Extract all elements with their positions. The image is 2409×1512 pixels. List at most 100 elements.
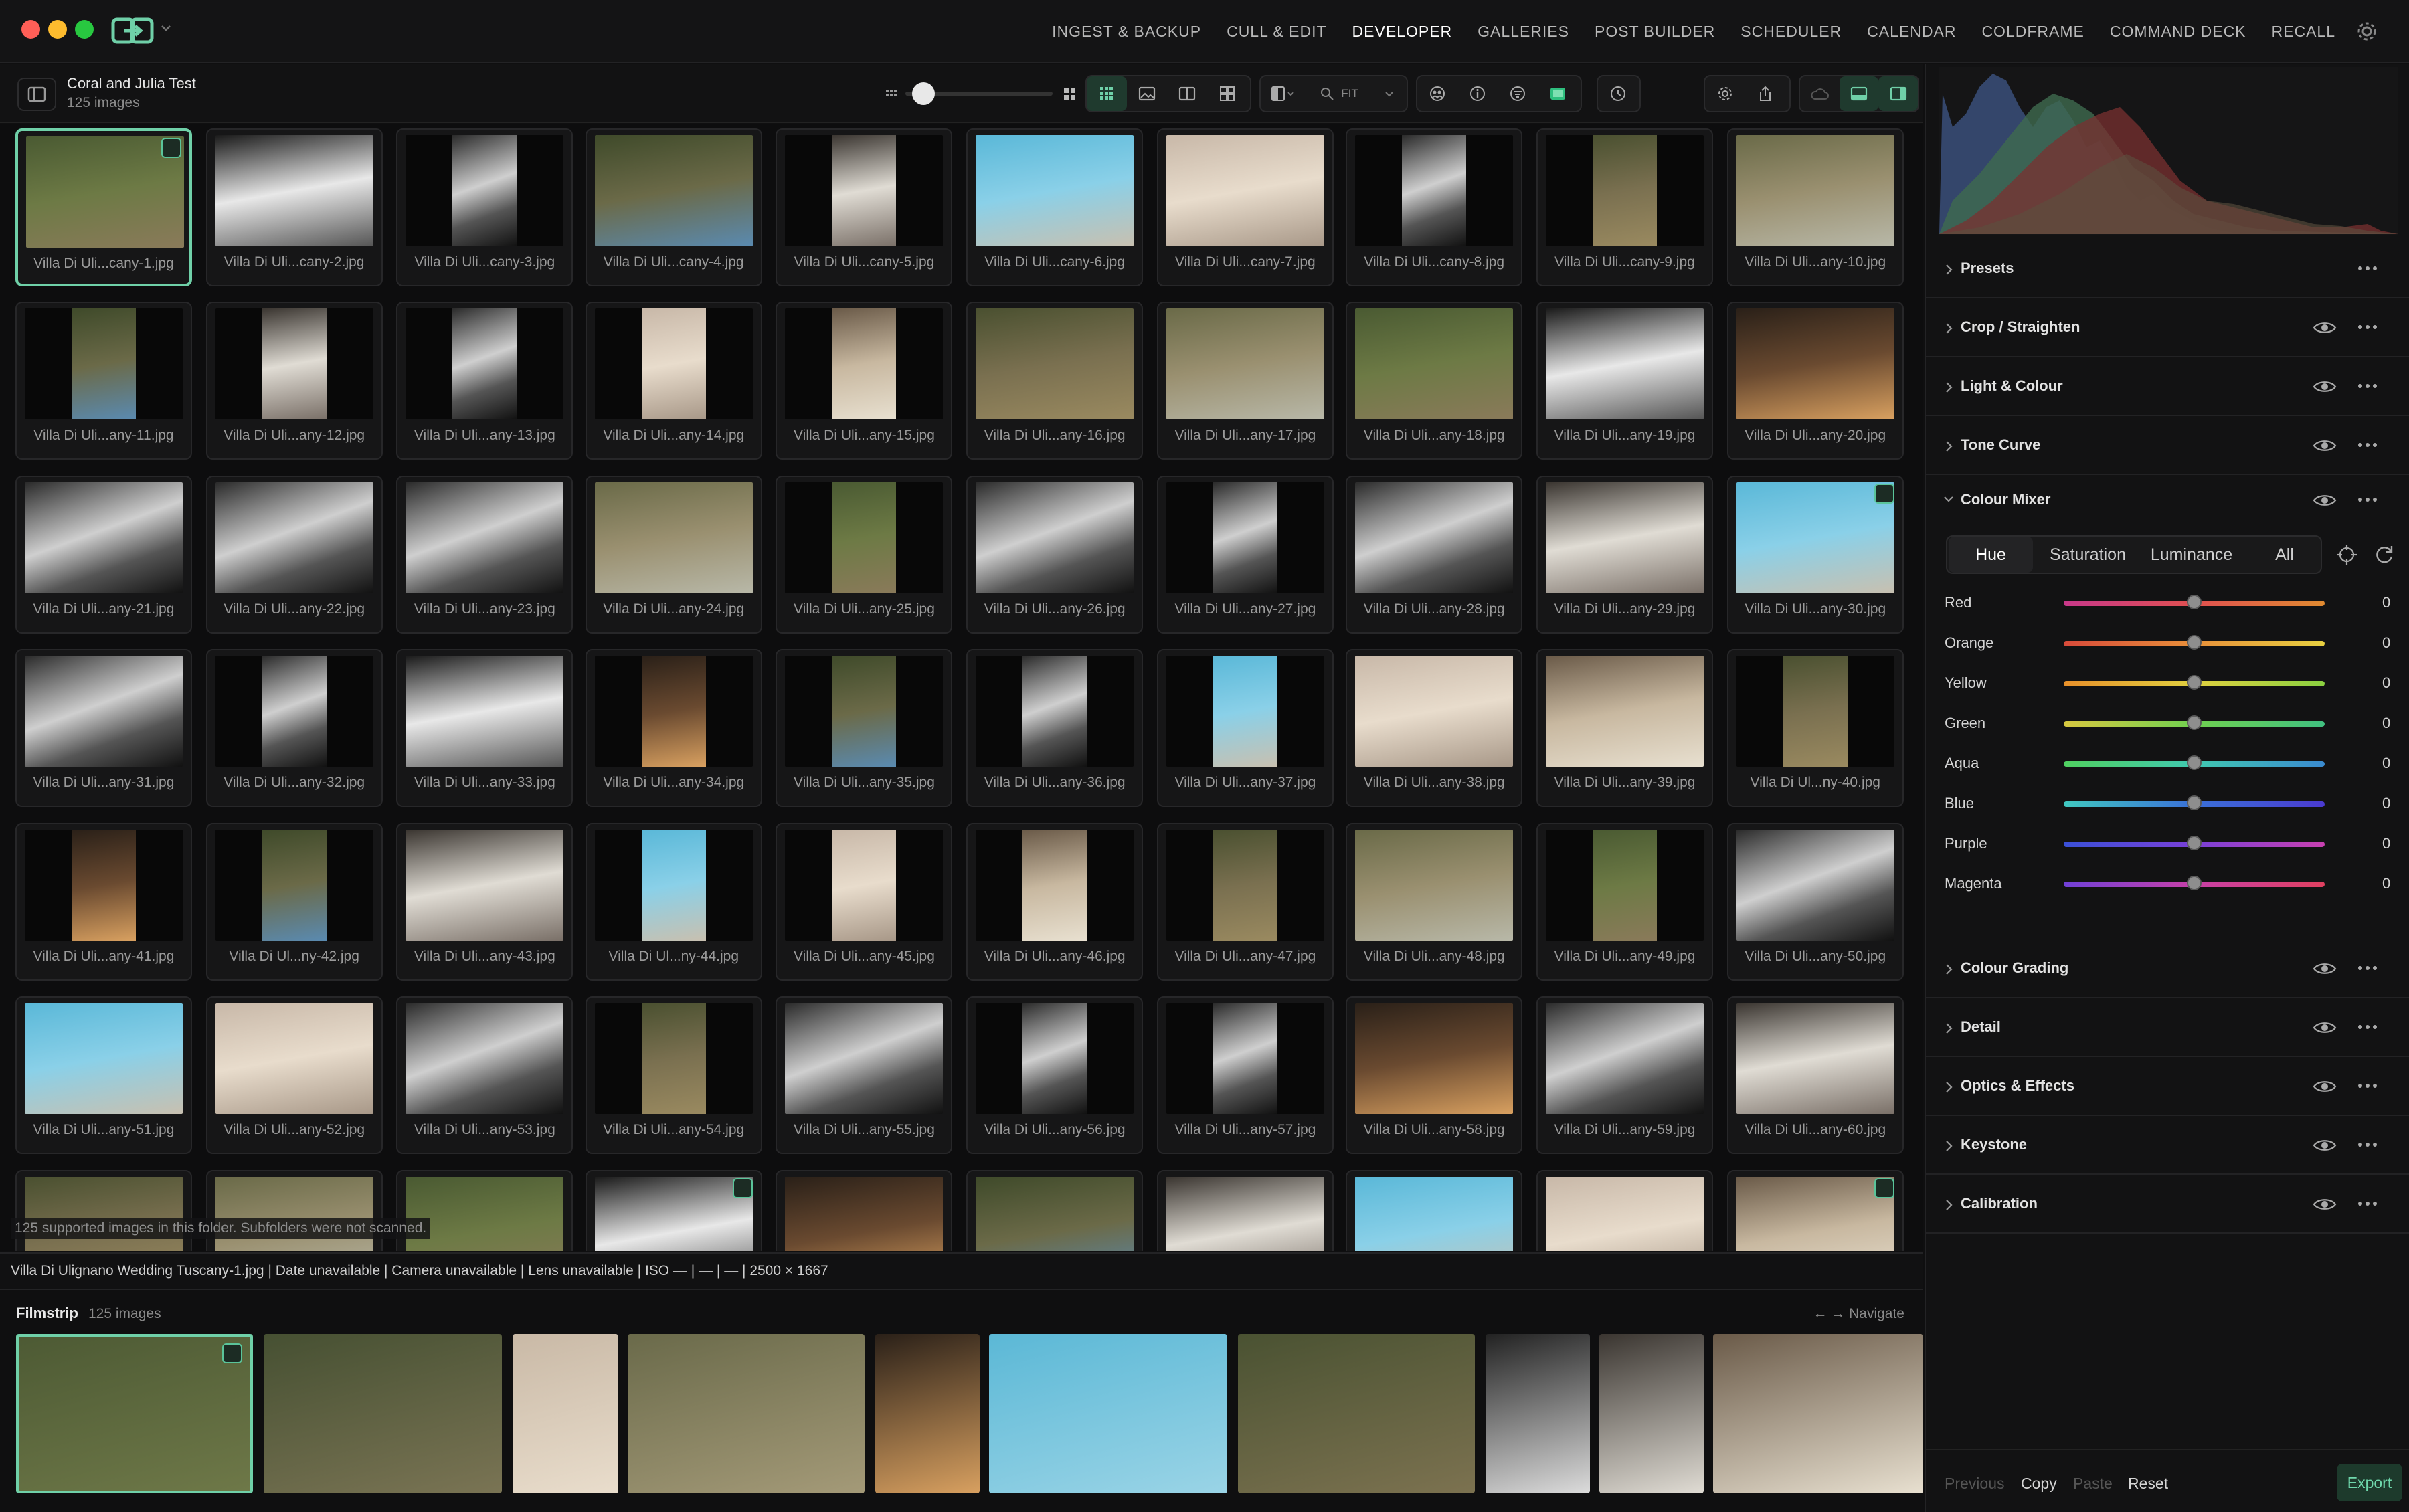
thumbnail[interactable]: Villa Di Uli...cany-5.jpg	[776, 128, 953, 286]
slider-aqua[interactable]: Aqua 0	[1926, 744, 2409, 784]
filmstrip-frame[interactable]	[875, 1334, 980, 1493]
preferences-button[interactable]	[1705, 76, 1745, 111]
thumbnail[interactable]: Villa Di Uli...any-17.jpg	[1156, 302, 1334, 460]
section-presets[interactable]: Presets	[1926, 240, 2409, 298]
nav-tab-post-builder[interactable]: POST BUILDER	[1595, 23, 1715, 41]
thumbnail[interactable]: Villa Di Uli...any-31.jpg	[15, 649, 192, 808]
thumbnail[interactable]	[966, 1169, 1144, 1251]
history-button[interactable]	[1598, 76, 1638, 111]
filmstrip-frame[interactable]	[1599, 1334, 1704, 1493]
more-icon[interactable]	[2357, 1140, 2378, 1149]
thumbnail[interactable]: Villa Di Uli...any-59.jpg	[1536, 996, 1713, 1155]
filmstrip-frame[interactable]	[1238, 1334, 1475, 1493]
thumbnail[interactable]: Villa Di Uli...any-14.jpg	[585, 302, 762, 460]
thumbnail[interactable]: Villa Di Ul...ny-44.jpg	[585, 822, 762, 981]
filmstrip-frame[interactable]	[16, 1334, 253, 1493]
thumbnail[interactable]	[1536, 1169, 1713, 1251]
paste-button[interactable]: Paste	[2073, 1475, 2113, 1493]
slider-purple[interactable]: Purple 0	[1926, 824, 2409, 864]
eye-icon[interactable]	[2313, 318, 2337, 337]
thumbnail[interactable]: Villa Di Uli...any-35.jpg	[776, 649, 953, 808]
thumbnail[interactable]: Villa Di Ul...ny-42.jpg	[205, 822, 383, 981]
thumbnail[interactable]: Villa Di Uli...any-20.jpg	[1726, 302, 1904, 460]
maximize-window-button[interactable]	[75, 20, 94, 39]
slider-knob[interactable]	[2187, 675, 2202, 690]
section-tone-curve[interactable]: Tone Curve	[1926, 416, 2409, 475]
toggle-sidebar-button[interactable]	[17, 78, 56, 111]
thumbnail[interactable]: Villa Di Uli...any-37.jpg	[1156, 649, 1334, 808]
thumbnail[interactable]: Villa Di Uli...any-47.jpg	[1156, 822, 1334, 981]
note-icon[interactable]	[1874, 1177, 1894, 1198]
slider-blue[interactable]: Blue 0	[1926, 784, 2409, 824]
thumbnail[interactable]: Villa Di Uli...any-41.jpg	[15, 822, 192, 981]
toggle-filmstrip-button[interactable]	[1839, 76, 1879, 111]
slider-knob[interactable]	[2187, 635, 2202, 650]
section-calibration[interactable]: Calibration	[1926, 1175, 2409, 1234]
slider-knob[interactable]	[912, 82, 935, 105]
thumbnail[interactable]	[1726, 1169, 1904, 1251]
thumbnail[interactable]: Villa Di Uli...cany-9.jpg	[1536, 128, 1713, 286]
eye-icon[interactable]	[2313, 1018, 2337, 1037]
thumbnail[interactable]: Villa Di Uli...any-26.jpg	[966, 475, 1144, 634]
thumbnail[interactable]: Villa Di Uli...any-39.jpg	[1536, 649, 1713, 808]
more-icon[interactable]	[2357, 1022, 2378, 1032]
thumbnail[interactable]: Villa Di Uli...any-24.jpg	[585, 475, 762, 634]
note-icon[interactable]	[732, 1177, 753, 1198]
thumbnail[interactable]	[776, 1169, 953, 1251]
previous-button[interactable]: Previous	[1945, 1475, 2004, 1493]
more-icon[interactable]	[2357, 495, 2378, 504]
eye-icon[interactable]	[2313, 1195, 2337, 1214]
thumbnail[interactable]	[585, 1169, 762, 1251]
chevron-down-icon[interactable]	[159, 21, 173, 35]
filmstrip-frame[interactable]	[513, 1334, 618, 1493]
slider-knob[interactable]	[2187, 876, 2202, 890]
slider-knob[interactable]	[2187, 595, 2202, 609]
thumbnail[interactable]: Villa Di Uli...any-53.jpg	[396, 996, 573, 1155]
grid-view-button[interactable]	[1087, 76, 1127, 111]
thumbnail[interactable]: Villa Di Uli...any-15.jpg	[776, 302, 953, 460]
thumbnail-size-slider[interactable]	[883, 80, 1084, 108]
thumbnail[interactable]: Villa Di Uli...any-25.jpg	[776, 475, 953, 634]
app-logo-icon[interactable]	[111, 17, 154, 44]
filmstrip-frame[interactable]	[1486, 1334, 1590, 1493]
more-icon[interactable]	[2357, 1081, 2378, 1091]
slider-yellow[interactable]: Yellow 0	[1926, 664, 2409, 704]
thumbnail[interactable]: Villa Di Uli...cany-2.jpg	[205, 128, 383, 286]
thumbnail[interactable]: Villa Di Uli...any-16.jpg	[966, 302, 1144, 460]
note-icon[interactable]	[161, 138, 181, 158]
eye-icon[interactable]	[2313, 436, 2337, 455]
section-light-colour[interactable]: Light & Colour	[1926, 357, 2409, 416]
thumbnail[interactable]: Villa Di Uli...cany-7.jpg	[1156, 128, 1334, 286]
thumbnail[interactable]: Villa Di Uli...any-22.jpg	[205, 475, 383, 634]
filmstrip-frame[interactable]	[264, 1334, 502, 1493]
section-detail[interactable]: Detail	[1926, 998, 2409, 1057]
thumbnail[interactable]: Villa Di Uli...any-55.jpg	[776, 996, 953, 1155]
survey-view-button[interactable]	[1207, 76, 1247, 111]
thumbnail[interactable]: Villa Di Ul...ny-40.jpg	[1726, 649, 1904, 808]
eye-icon[interactable]	[2313, 377, 2337, 396]
thumbnail[interactable]: Villa Di Uli...any-27.jpg	[1156, 475, 1334, 634]
more-icon[interactable]	[2357, 322, 2378, 332]
minimize-window-button[interactable]	[48, 20, 67, 39]
thumbnail[interactable]: Villa Di Uli...any-45.jpg	[776, 822, 953, 981]
eye-icon[interactable]	[2313, 1077, 2337, 1096]
close-window-button[interactable]	[21, 20, 40, 39]
note-icon[interactable]	[222, 1343, 242, 1363]
thumbnail[interactable]: Villa Di Uli...any-19.jpg	[1536, 302, 1713, 460]
nav-tab-coldframe[interactable]: COLDFRAME	[1981, 23, 2084, 41]
thumbnail[interactable]: Villa Di Uli...any-12.jpg	[205, 302, 383, 460]
eye-icon[interactable]	[2313, 959, 2337, 978]
faces-button[interactable]	[1417, 76, 1457, 111]
toggle-right-panel-button[interactable]	[1878, 76, 1919, 111]
slider-green[interactable]: Green 0	[1926, 704, 2409, 744]
slider-magenta[interactable]: Magenta 0	[1926, 864, 2409, 905]
more-icon[interactable]	[2357, 963, 2378, 973]
export-button[interactable]: Export	[2337, 1464, 2402, 1501]
thumbnail[interactable]: Villa Di Uli...any-58.jpg	[1346, 996, 1523, 1155]
colour-overlay-button[interactable]	[1538, 76, 1578, 111]
slider-red[interactable]: Red 0	[1926, 583, 2409, 624]
thumbnail[interactable]: Villa Di Uli...any-48.jpg	[1346, 822, 1523, 981]
note-icon[interactable]	[1874, 483, 1894, 504]
thumbnail[interactable]: Villa Di Uli...cany-1.jpg	[15, 128, 192, 286]
thumbnail[interactable]: Villa Di Uli...any-52.jpg	[205, 996, 383, 1155]
